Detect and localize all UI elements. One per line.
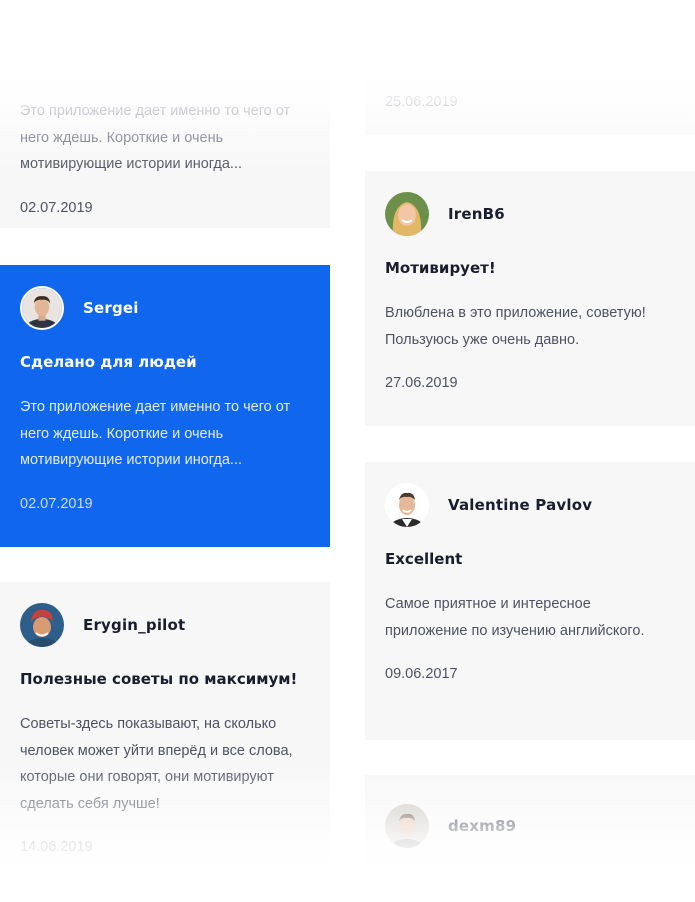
review-title: Мотивирует! xyxy=(385,259,496,277)
review-username: Valentine Pavlov xyxy=(448,496,593,514)
review-author: Sergei xyxy=(20,285,310,331)
review-card[interactable]: 25.06.2019 xyxy=(365,20,695,135)
review-author: Erygin_pilot xyxy=(20,602,310,648)
avatar xyxy=(385,804,429,848)
review-card[interactable]: IrenB6 Мотивирует! Влюблена в это прилож… xyxy=(365,171,695,426)
review-date: 27.06.2019 xyxy=(385,375,458,391)
review-title: Сделано для людей xyxy=(20,353,197,371)
review-card[interactable]: Erygin_pilot Полезные советы по максимум… xyxy=(0,582,330,882)
avatar xyxy=(385,192,429,236)
review-author: dexm89 xyxy=(385,803,675,849)
review-card[interactable]: dexm89 xyxy=(365,775,695,902)
review-date: 14.06.2019 xyxy=(20,839,93,855)
review-text: Советы-здесь показывают, на сколько чело… xyxy=(20,716,293,812)
avatar xyxy=(20,286,64,330)
review-date: 02.07.2019 xyxy=(20,495,93,512)
review-card-active[interactable]: Sergei Сделано для людей Это приложение … xyxy=(0,265,330,547)
review-card[interactable]: Valentine Pavlov Excellent Самое приятно… xyxy=(365,462,695,740)
review-username: Sergei xyxy=(83,299,139,317)
review-title: Excellent xyxy=(385,550,463,568)
review-card[interactable]: Это приложение дает именно то чего от не… xyxy=(0,20,330,228)
review-username: Erygin_pilot xyxy=(83,616,186,634)
review-title: Полезные советы по максимум! xyxy=(20,670,298,688)
avatar xyxy=(385,483,429,527)
review-username: dexm89 xyxy=(448,817,517,835)
review-date: 09.06.2017 xyxy=(385,666,458,682)
review-date: 25.06.2019 xyxy=(385,94,458,110)
review-text: Самое приятное и интересное приложение п… xyxy=(385,596,645,639)
review-author: Valentine Pavlov xyxy=(385,482,675,528)
review-author: IrenB6 xyxy=(385,191,675,237)
review-date: 02.07.2019 xyxy=(20,199,93,216)
avatar xyxy=(20,603,64,647)
review-text: Это приложение дает именно то чего от не… xyxy=(20,103,291,172)
review-username: IrenB6 xyxy=(448,205,505,223)
review-text: Влюблена в это приложение, советую! Поль… xyxy=(385,305,646,348)
review-text: Это приложение дает именно то чего от не… xyxy=(20,399,291,468)
